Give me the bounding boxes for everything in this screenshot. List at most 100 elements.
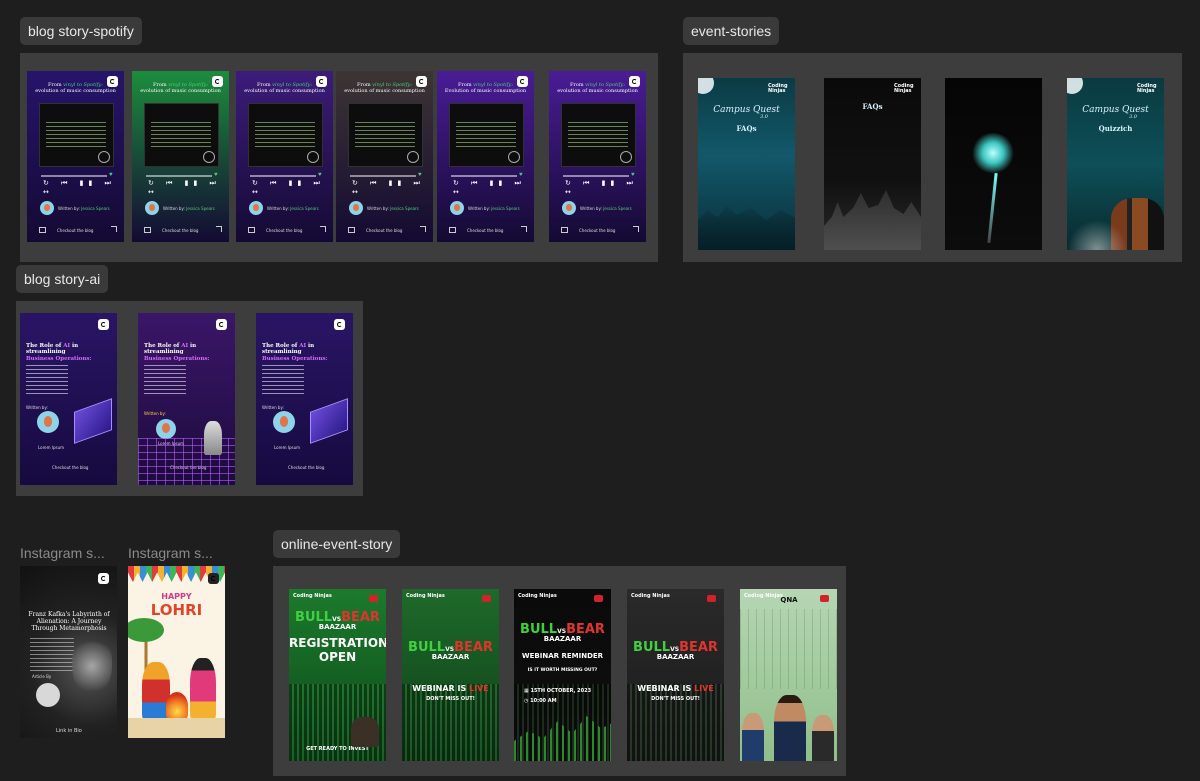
kafka-body <box>30 638 74 672</box>
section-label-spotify[interactable]: blog story-spotify <box>20 17 142 45</box>
progress-bar[interactable] <box>451 175 517 177</box>
section-label-event-stories[interactable]: event-stories <box>683 17 780 45</box>
player-controls[interactable]: ↻ ⏮ ▮▮ ⏭ ↔ <box>453 179 534 196</box>
webinar-is: WEBINAR IS <box>412 684 467 693</box>
spotify-story-frame[interactable]: From vinyl to Spotify: Evolution of music… <box>437 71 534 242</box>
cta-text[interactable]: Checkout the blog <box>57 228 93 233</box>
chat-icon[interactable] <box>561 227 568 233</box>
title-ai: AI <box>63 343 71 349</box>
heart-icon[interactable]: ♥ <box>318 172 324 178</box>
event-subtitle: FAQs <box>862 102 883 111</box>
online-event-frame[interactable]: Coding Ninjas BULLVSBEAR BAAZAAR WEBINAR IS… <box>402 589 499 761</box>
chat-icon[interactable] <box>348 227 355 233</box>
online-event-frame[interactable]: Coding Ninjas QNA <box>740 589 837 761</box>
ai-title: The Role of AI in streamlining Business O… <box>144 343 228 362</box>
section-ai[interactable]: The Role of AI in streamlining Business O… <box>16 301 363 496</box>
written-by-label: Written by: <box>367 206 389 211</box>
ai-story-frame[interactable]: The Role of AI in streamlining Business O… <box>256 313 353 485</box>
brand-logo: Coding Ninjas <box>406 593 445 599</box>
section-event-stories[interactable]: Coding Ninjas Campus Quest 3.0 FAQs Coding N… <box>683 53 1182 262</box>
player-controls[interactable]: ↻ ⏮ ▮▮ ⏭ ↔ <box>43 179 124 196</box>
progress-bar[interactable] <box>250 175 316 177</box>
progress-bar[interactable] <box>563 175 629 177</box>
event-story-frame[interactable] <box>945 78 1042 250</box>
dont-miss-text: DON'T MISS OUT! <box>651 696 700 702</box>
blog-excerpt <box>568 122 628 150</box>
instagram-frame-kafka[interactable]: Franz Kafka's Labyrinth of Alienation: A… <box>20 566 117 738</box>
written-by-label: Written by: <box>144 411 166 416</box>
heart-icon[interactable]: ♥ <box>214 172 220 178</box>
spotify-title: From vinyl to Spotify: evolution of music… <box>240 82 329 95</box>
author-avatar <box>273 411 295 433</box>
partner-logo-icon <box>369 595 378 602</box>
event-story-frame[interactable]: Coding Ninjas Campus Quest 3.0 FAQs <box>698 78 795 250</box>
instagram-label-2[interactable]: Instagram s... <box>128 545 213 561</box>
share-icon[interactable] <box>320 226 326 232</box>
player-controls[interactable]: ↻ ⏮ ▮▮ ⏭ ↔ <box>352 179 433 196</box>
share-icon[interactable] <box>216 226 222 232</box>
player-controls[interactable]: ↻ ⏮ ▮▮ ⏭ ↔ <box>565 179 646 196</box>
vs-text: VS <box>445 646 455 653</box>
event-story-frame[interactable]: Coding Ninjas FAQs <box>824 78 921 250</box>
section-label-online-event[interactable]: online-event-story <box>273 530 401 558</box>
brand-logo: Coding Ninjas <box>293 593 332 599</box>
share-icon[interactable] <box>420 226 426 232</box>
registrations-text: REGISTRATIONS <box>289 636 386 650</box>
cta-text[interactable]: Checkout the blog <box>366 228 402 233</box>
online-event-frame[interactable]: Coding Ninjas BULLVSBEAR BAAZAAR REGISTRATI… <box>289 589 386 761</box>
chat-icon[interactable] <box>248 227 255 233</box>
heart-icon[interactable]: ♥ <box>418 172 424 178</box>
chat-icon[interactable] <box>144 227 151 233</box>
section-online-event[interactable]: Coding Ninjas BULLVSBEAR BAAZAAR REGISTRATI… <box>273 566 846 776</box>
spotify-story-frame[interactable]: From vinyl to Spotify: evolution of music… <box>236 71 333 242</box>
share-icon[interactable] <box>521 226 527 232</box>
author-name: Jessica Spears <box>390 206 419 211</box>
ai-story-frame[interactable]: The Role of AI in streamlining Business O… <box>20 313 117 485</box>
heart-icon[interactable]: ♥ <box>519 172 525 178</box>
person-right-icon <box>812 715 834 761</box>
spotify-story-frame[interactable]: From vinyl to Spotify: evolution of music… <box>336 71 433 242</box>
player-controls[interactable]: ↻ ⏮ ▮▮ ⏭ ↔ <box>252 179 333 196</box>
player-controls[interactable]: ↻ ⏮ ▮▮ ⏭ ↔ <box>148 179 229 196</box>
share-icon[interactable] <box>633 226 639 232</box>
written-by: Written by: Jessica Spears <box>367 206 419 211</box>
date-text: 15TH OCTOBER, 2023 <box>530 688 592 694</box>
title-part1: The Role of <box>144 343 180 349</box>
blog-excerpt <box>151 122 211 150</box>
chat-icon[interactable] <box>449 227 456 233</box>
lohri-happy: HAPPY <box>161 592 192 601</box>
progress-bar[interactable] <box>350 175 416 177</box>
heart-icon[interactable]: ♥ <box>109 172 115 178</box>
cta-text[interactable]: Checkout the blog <box>467 228 503 233</box>
event-story-frame[interactable]: Coding Ninjas Campus Quest 3.0 Quizzich <box>1067 78 1164 250</box>
vs-text: VS <box>332 616 342 623</box>
ai-story-frame[interactable]: The Role of AI in streamlining Business O… <box>138 313 235 485</box>
ground-icon <box>128 718 225 738</box>
heart-icon[interactable]: ♥ <box>631 172 637 178</box>
instagram-frame-lohri[interactable]: HAPPY LOHRI <box>128 566 225 738</box>
cta-text[interactable]: Checkout the blog <box>162 228 198 233</box>
cta-text[interactable]: Checkout the blog <box>52 465 88 470</box>
brand-logo: Coding Ninjas <box>1137 83 1157 94</box>
cta-text[interactable]: Checkout the blog <box>266 228 302 233</box>
footer-cta: GET READY TO INVEST <box>306 746 369 752</box>
blog-excerpt <box>262 365 304 395</box>
progress-bar[interactable] <box>146 175 212 177</box>
spotify-story-frame[interactable]: From vinyl to Spotify: evolution of music… <box>132 71 229 242</box>
spotify-story-frame[interactable]: From vinyl to Spotify: evolution of music… <box>27 71 124 242</box>
kafka-avatar <box>36 683 60 707</box>
cta-text[interactable]: Checkout the blog <box>288 465 324 470</box>
section-spotify[interactable]: From vinyl to Spotify: evolution of music… <box>20 53 658 262</box>
online-event-frame[interactable]: Coding Ninjas BULLVSBEAR BAAZAAR WEBINAR RE… <box>514 589 611 761</box>
section-label-ai[interactable]: blog story-ai <box>16 265 109 293</box>
chat-icon[interactable] <box>39 227 46 233</box>
instagram-label-1[interactable]: Instagram s... <box>20 545 105 561</box>
kafka-cta[interactable]: Link in Bio <box>56 728 82 734</box>
spotify-story-frame[interactable]: From vinyl to Spotify: evolution of music… <box>549 71 646 242</box>
cta-text[interactable]: Checkout the blog <box>579 228 615 233</box>
author-name: Jessica Spears <box>491 206 520 211</box>
subtext: IS IT WORTH MISSING OUT? <box>527 668 598 673</box>
online-event-frame[interactable]: Coding Ninjas BULLVSBEAR BAAZAAR WEBINAR IS… <box>627 589 724 761</box>
share-icon[interactable] <box>111 226 117 232</box>
progress-bar[interactable] <box>41 175 107 177</box>
